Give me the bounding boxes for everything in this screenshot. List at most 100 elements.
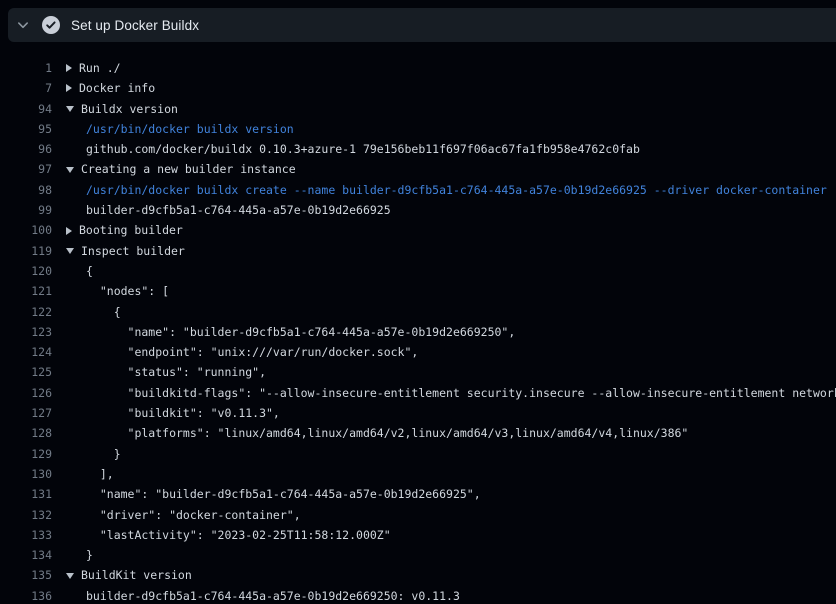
line-content: BuildKit version <box>66 565 192 585</box>
line-number[interactable]: 131 <box>0 484 52 504</box>
line-content: builder-d9cfb5a1-c764-445a-a57e-0b19d2e6… <box>86 200 391 220</box>
line-text: Booting builder <box>79 220 183 240</box>
line-number[interactable]: 123 <box>0 322 52 342</box>
line-text: github.com/docker/buildx 0.10.3+azure-1 … <box>86 139 640 159</box>
line-text: Buildx version <box>81 99 178 119</box>
log-group-row[interactable]: 7 Docker info <box>0 78 836 98</box>
line-number[interactable]: 1 <box>0 58 52 78</box>
log-row: 126 "buildkitd-flags": "--allow-insecure… <box>0 383 836 403</box>
line-number[interactable]: 128 <box>0 423 52 443</box>
step-header[interactable]: Set up Docker Buildx <box>8 8 836 42</box>
line-text: "buildkit": "v0.11.3", <box>86 403 280 423</box>
triangle-right-icon[interactable] <box>66 84 72 92</box>
line-text: Run ./ <box>79 58 121 78</box>
line-text: { <box>86 261 93 281</box>
log-row: 136 builder-d9cfb5a1-c764-445a-a57e-0b19d… <box>0 586 836 604</box>
line-content: Inspect builder <box>66 241 185 261</box>
triangle-right-icon[interactable] <box>66 64 72 72</box>
log-row: 131 "name": "builder-d9cfb5a1-c764-445a-… <box>0 484 836 504</box>
line-text: "endpoint": "unix:///var/run/docker.sock… <box>86 342 418 362</box>
line-number[interactable]: 95 <box>0 119 52 139</box>
line-number[interactable]: 7 <box>0 78 52 98</box>
line-content: github.com/docker/buildx 0.10.3+azure-1 … <box>86 139 640 159</box>
line-number[interactable]: 97 <box>0 159 52 179</box>
log-row: 130 ], <box>0 464 836 484</box>
log-row: 122 { <box>0 302 836 322</box>
line-text: Docker info <box>79 78 155 98</box>
line-content: builder-d9cfb5a1-c764-445a-a57e-0b19d2e6… <box>86 586 460 604</box>
line-content: /usr/bin/docker buildx version <box>86 119 294 139</box>
line-number[interactable]: 94 <box>0 99 52 119</box>
log-group-row[interactable]: 97 Creating a new builder instance <box>0 159 836 179</box>
line-text: "status": "running", <box>86 362 266 382</box>
log-row: 129 } <box>0 444 836 464</box>
line-content: } <box>86 545 93 565</box>
log-group-row[interactable]: 1 Run ./ <box>0 58 836 78</box>
triangle-down-icon[interactable] <box>66 167 74 173</box>
triangle-right-icon[interactable] <box>66 227 72 235</box>
line-number[interactable]: 121 <box>0 281 52 301</box>
log-group-row[interactable]: 135 BuildKit version <box>0 565 836 585</box>
line-number[interactable]: 119 <box>0 241 52 261</box>
line-text: "nodes": [ <box>86 281 169 301</box>
line-number[interactable]: 129 <box>0 444 52 464</box>
triangle-down-icon[interactable] <box>66 248 74 254</box>
log-row: 133 "lastActivity": "2023-02-25T11:58:12… <box>0 525 836 545</box>
line-content: "buildkit": "v0.11.3", <box>86 403 280 423</box>
log-row: 125 "status": "running", <box>0 362 836 382</box>
line-text: } <box>86 444 121 464</box>
log-row: 96 github.com/docker/buildx 0.10.3+azure-… <box>0 139 836 159</box>
line-number[interactable]: 120 <box>0 261 52 281</box>
line-content: "name": "builder-d9cfb5a1-c764-445a-a57e… <box>86 322 515 342</box>
log-row: 127 "buildkit": "v0.11.3", <box>0 403 836 423</box>
line-text: /usr/bin/docker buildx version <box>86 119 294 139</box>
line-text: "driver": "docker-container", <box>86 505 301 525</box>
line-number[interactable]: 99 <box>0 200 52 220</box>
line-text: builder-d9cfb5a1-c764-445a-a57e-0b19d2e6… <box>86 200 391 220</box>
line-content: Creating a new builder instance <box>66 159 296 179</box>
line-content: Docker info <box>66 78 155 98</box>
line-text: Inspect builder <box>81 241 185 261</box>
line-number[interactable]: 127 <box>0 403 52 423</box>
line-number[interactable]: 134 <box>0 545 52 565</box>
line-number[interactable]: 126 <box>0 383 52 403</box>
log-area: 1Run ./7Docker info94Buildx version95/us… <box>0 42 836 604</box>
line-content: Booting builder <box>66 220 183 240</box>
line-text: Creating a new builder instance <box>81 159 296 179</box>
line-number[interactable]: 130 <box>0 464 52 484</box>
line-number[interactable]: 96 <box>0 139 52 159</box>
line-content: } <box>86 444 121 464</box>
line-number[interactable]: 135 <box>0 565 52 585</box>
log-row: 124 "endpoint": "unix:///var/run/docker.… <box>0 342 836 362</box>
line-content: "driver": "docker-container", <box>86 505 301 525</box>
log-group-row[interactable]: 119 Inspect builder <box>0 241 836 261</box>
line-text: "platforms": "linux/amd64,linux/amd64/v2… <box>86 423 688 443</box>
line-number[interactable]: 124 <box>0 342 52 362</box>
chevron-down-icon[interactable] <box>15 17 31 33</box>
triangle-down-icon[interactable] <box>66 573 74 579</box>
line-text: "name": "builder-d9cfb5a1-c764-445a-a57e… <box>86 484 481 504</box>
triangle-down-icon[interactable] <box>66 106 74 112</box>
log-group-row[interactable]: 100 Booting builder <box>0 220 836 240</box>
line-number[interactable]: 122 <box>0 302 52 322</box>
line-text: "buildkitd-flags": "--allow-insecure-ent… <box>86 383 836 403</box>
line-text: } <box>86 545 93 565</box>
log-row: 134} <box>0 545 836 565</box>
log-lines: 1Run ./7Docker info94Buildx version95/us… <box>0 58 836 604</box>
line-number[interactable]: 136 <box>0 586 52 604</box>
log-row: 95/usr/bin/docker buildx version <box>0 119 836 139</box>
line-content: "lastActivity": "2023-02-25T11:58:12.000… <box>86 525 391 545</box>
log-row: 128 "platforms": "linux/amd64,linux/amd6… <box>0 423 836 443</box>
line-text: ], <box>86 464 114 484</box>
line-number[interactable]: 132 <box>0 505 52 525</box>
line-content: { <box>86 302 121 322</box>
log-row: 120 { <box>0 261 836 281</box>
actions-log-viewer: Set up Docker Buildx 1 Run ./ 7 Docker info… <box>0 0 836 604</box>
log-row: 99 builder-d9cfb5a1-c764-445a-a57e-0b19d2… <box>0 200 836 220</box>
line-number[interactable]: 98 <box>0 180 52 200</box>
log-group-row[interactable]: 94 Buildx version <box>0 99 836 119</box>
line-content: Run ./ <box>66 58 121 78</box>
line-number[interactable]: 125 <box>0 362 52 382</box>
line-number[interactable]: 100 <box>0 220 52 240</box>
line-number[interactable]: 133 <box>0 525 52 545</box>
